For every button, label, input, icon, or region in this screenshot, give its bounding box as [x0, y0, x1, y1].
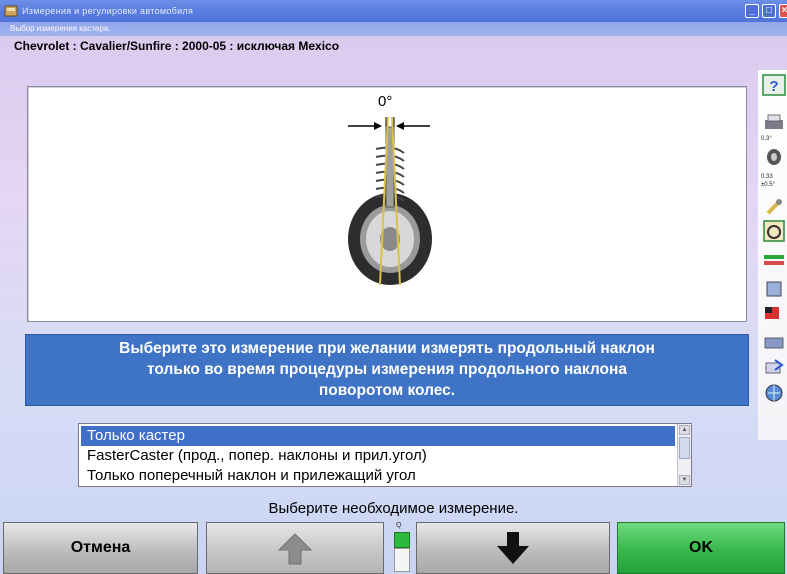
ok-label: OK [689, 539, 713, 556]
readout-3: ±0.5° [761, 182, 776, 188]
screen-subtitle: Выбор измерения кастера. [0, 22, 787, 36]
color-scale-icon[interactable] [760, 250, 787, 272]
readout-1: 0.3° [761, 136, 772, 142]
ok-button[interactable]: OK [617, 522, 785, 574]
alignment-icon[interactable] [760, 278, 787, 300]
export-icon[interactable] [760, 356, 787, 378]
option-fastercaster[interactable]: FasterCaster (прод., попер. наклоны и пр… [81, 446, 675, 466]
tools-icon[interactable] [760, 332, 787, 354]
flag-icon[interactable] [760, 304, 787, 326]
scroll-down-icon[interactable]: ▼ [679, 475, 690, 485]
info-line-3: поворотом колес. [318, 382, 456, 399]
close-button[interactable]: × [779, 4, 787, 18]
window-title: Измерения и регулировки автомобиля [22, 6, 194, 16]
printer-icon[interactable] [760, 112, 787, 134]
minimize-button[interactable]: _ [745, 4, 759, 18]
svg-text:?: ? [769, 78, 778, 95]
wheel-diagram [348, 116, 432, 286]
maximize-button[interactable]: □ [762, 4, 776, 18]
level-indicator: Q [392, 522, 412, 574]
arrow-down-icon [497, 532, 529, 564]
scroll-up-icon[interactable]: ▲ [679, 425, 690, 435]
app-icon [4, 5, 18, 17]
info-line-1: Выберите это измерение при желании измер… [119, 340, 655, 357]
caster-illustration: 0° [27, 86, 747, 322]
cancel-label: Отмена [70, 539, 131, 556]
help-icon[interactable]: ? [760, 74, 787, 96]
option-caster-only[interactable]: Только кастер [81, 426, 675, 446]
cancel-button[interactable]: Отмена [3, 522, 198, 574]
tool-sidebar: ? 0.3° 0.33 ±0.5° [758, 70, 787, 440]
wrench-icon[interactable] [760, 196, 787, 218]
level-icon: Q [396, 522, 402, 529]
down-button[interactable] [416, 522, 610, 574]
vehicle-info: Chevrolet : Cavalier/Sunfire : 2000-05 :… [14, 39, 340, 53]
list-scrollbar[interactable]: ▲ ▼ [677, 424, 691, 486]
option-camber-included[interactable]: Только поперечный наклон и прилежащий уг… [81, 466, 675, 486]
scroll-thumb[interactable] [679, 437, 690, 459]
arrow-up-icon [277, 533, 313, 565]
level-bar-empty [394, 548, 410, 572]
steering-wheel-icon[interactable] [760, 220, 787, 242]
tire-icon[interactable] [760, 146, 787, 168]
selection-prompt: Выберите необходимое измерение. [268, 500, 519, 517]
globe-icon[interactable] [760, 382, 787, 404]
info-line-2: только во время процедуры измерения прод… [147, 361, 627, 378]
level-bar-active [394, 532, 410, 548]
readout-2: 0.33 [761, 174, 773, 180]
info-banner: Выберите это измерение при желании измер… [25, 334, 749, 406]
up-button[interactable] [206, 522, 384, 574]
measurement-options-list[interactable]: Только кастер FasterCaster (прод., попер… [78, 423, 692, 487]
window-titlebar: Измерения и регулировки автомобиля [0, 0, 787, 22]
